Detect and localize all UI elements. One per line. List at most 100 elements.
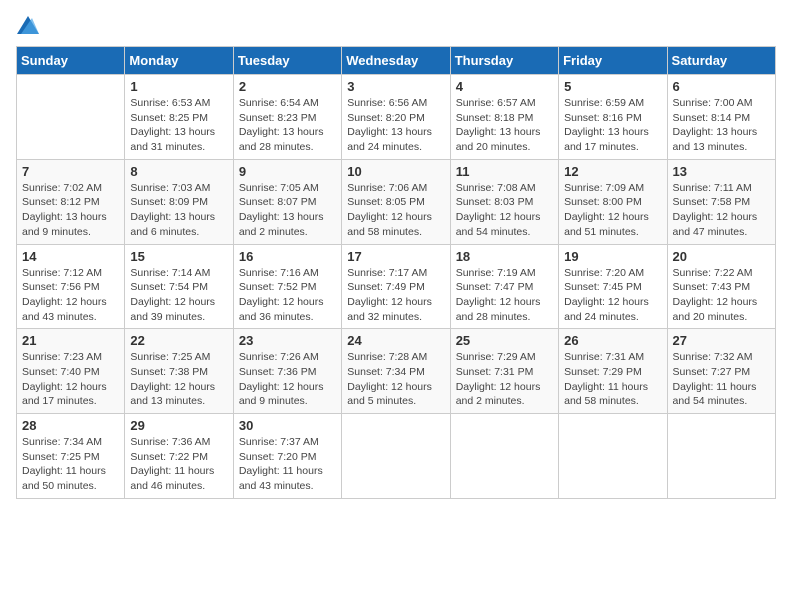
calendar-cell: 28 Sunrise: 7:34 AMSunset: 7:25 PMDayligh… [17, 414, 125, 499]
day-number: 11 [456, 164, 553, 179]
day-info: Sunrise: 7:17 AMSunset: 7:49 PMDaylight:… [347, 266, 444, 325]
calendar-cell: 7Sunrise: 7:02 AMSunset: 8:12 PMDaylight… [17, 159, 125, 244]
calendar-cell: 21 Sunrise: 7:23 AMSunset: 7:40 PMDayligh… [17, 329, 125, 414]
calendar-cell: 23 Sunrise: 7:26 AMSunset: 7:36 PMDayligh… [233, 329, 341, 414]
day-header-friday: Friday [559, 47, 667, 75]
day-header-wednesday: Wednesday [342, 47, 450, 75]
calendar-cell: 12 Sunrise: 7:09 AMSunset: 8:00 PMDayligh… [559, 159, 667, 244]
day-info: Sunrise: 7:02 AMSunset: 8:12 PMDaylight:… [22, 181, 119, 240]
day-number: 10 [347, 164, 444, 179]
calendar-cell: 6 Sunrise: 7:00 AMSunset: 8:14 PMDaylight… [667, 75, 775, 160]
calendar-week-2: 7Sunrise: 7:02 AMSunset: 8:12 PMDaylight… [17, 159, 776, 244]
calendar-cell: 17 Sunrise: 7:17 AMSunset: 7:49 PMDayligh… [342, 244, 450, 329]
day-number: 6 [673, 79, 770, 94]
day-number: 19 [564, 249, 661, 264]
day-info: Sunrise: 7:34 AMSunset: 7:25 PMDaylight:… [22, 435, 119, 494]
day-header-saturday: Saturday [667, 47, 775, 75]
day-number: 16 [239, 249, 336, 264]
day-number: 5 [564, 79, 661, 94]
calendar-cell: 5 Sunrise: 6:59 AMSunset: 8:16 PMDaylight… [559, 75, 667, 160]
day-number: 3 [347, 79, 444, 94]
calendar-cell: 25Sunrise: 7:29 AMSunset: 7:31 PMDayligh… [450, 329, 558, 414]
day-info: Sunrise: 6:56 AMSunset: 8:20 PMDaylight:… [347, 96, 444, 155]
day-info: Sunrise: 6:53 AMSunset: 8:25 PMDaylight:… [130, 96, 227, 155]
day-number: 18 [456, 249, 553, 264]
calendar-header-row: SundayMondayTuesdayWednesdayThursdayFrid… [17, 47, 776, 75]
day-info: Sunrise: 7:08 AMSunset: 8:03 PMDaylight:… [456, 181, 553, 240]
day-info: Sunrise: 7:25 AMSunset: 7:38 PMDaylight:… [130, 350, 227, 409]
calendar-cell: 9 Sunrise: 7:05 AMSunset: 8:07 PMDaylight… [233, 159, 341, 244]
day-number: 4 [456, 79, 553, 94]
day-info: Sunrise: 6:59 AMSunset: 8:16 PMDaylight:… [564, 96, 661, 155]
calendar-cell: 11 Sunrise: 7:08 AMSunset: 8:03 PMDayligh… [450, 159, 558, 244]
day-number: 15 [130, 249, 227, 264]
day-info: Sunrise: 7:36 AMSunset: 7:22 PMDaylight:… [130, 435, 227, 494]
logo [16, 16, 40, 34]
day-info: Sunrise: 7:26 AMSunset: 7:36 PMDaylight:… [239, 350, 336, 409]
day-header-monday: Monday [125, 47, 233, 75]
calendar-cell: 19 Sunrise: 7:20 AMSunset: 7:45 PMDayligh… [559, 244, 667, 329]
day-info: Sunrise: 7:05 AMSunset: 8:07 PMDaylight:… [239, 181, 336, 240]
day-number: 20 [673, 249, 770, 264]
day-info: Sunrise: 7:12 AMSunset: 7:56 PMDaylight:… [22, 266, 119, 325]
calendar-cell: 14 Sunrise: 7:12 AMSunset: 7:56 PMDayligh… [17, 244, 125, 329]
day-info: Sunrise: 7:16 AMSunset: 7:52 PMDaylight:… [239, 266, 336, 325]
day-number: 25 [456, 333, 553, 348]
calendar-cell [17, 75, 125, 160]
calendar-week-5: 28 Sunrise: 7:34 AMSunset: 7:25 PMDayligh… [17, 414, 776, 499]
day-header-sunday: Sunday [17, 47, 125, 75]
day-info: Sunrise: 6:54 AMSunset: 8:23 PMDaylight:… [239, 96, 336, 155]
day-info: Sunrise: 7:11 AMSunset: 7:58 PMDaylight:… [673, 181, 770, 240]
day-number: 2 [239, 79, 336, 94]
day-number: 21 [22, 333, 119, 348]
calendar-cell: 10Sunrise: 7:06 AMSunset: 8:05 PMDayligh… [342, 159, 450, 244]
day-info: Sunrise: 7:00 AMSunset: 8:14 PMDaylight:… [673, 96, 770, 155]
day-number: 17 [347, 249, 444, 264]
day-info: Sunrise: 7:23 AMSunset: 7:40 PMDaylight:… [22, 350, 119, 409]
day-info: Sunrise: 7:09 AMSunset: 8:00 PMDaylight:… [564, 181, 661, 240]
day-number: 14 [22, 249, 119, 264]
day-number: 22 [130, 333, 227, 348]
calendar-table: SundayMondayTuesdayWednesdayThursdayFrid… [16, 46, 776, 499]
calendar-cell: 18 Sunrise: 7:19 AMSunset: 7:47 PMDayligh… [450, 244, 558, 329]
calendar-week-4: 21 Sunrise: 7:23 AMSunset: 7:40 PMDayligh… [17, 329, 776, 414]
calendar-cell: 29 Sunrise: 7:36 AMSunset: 7:22 PMDayligh… [125, 414, 233, 499]
day-number: 29 [130, 418, 227, 433]
day-number: 30 [239, 418, 336, 433]
calendar-cell: 3 Sunrise: 6:56 AMSunset: 8:20 PMDaylight… [342, 75, 450, 160]
day-number: 27 [673, 333, 770, 348]
day-number: 23 [239, 333, 336, 348]
day-number: 1 [130, 79, 227, 94]
calendar-cell [450, 414, 558, 499]
day-info: Sunrise: 7:31 AMSunset: 7:29 PMDaylight:… [564, 350, 661, 409]
day-info: Sunrise: 7:14 AMSunset: 7:54 PMDaylight:… [130, 266, 227, 325]
day-number: 12 [564, 164, 661, 179]
page-header [16, 16, 776, 34]
calendar-cell: 1 Sunrise: 6:53 AMSunset: 8:25 PMDaylight… [125, 75, 233, 160]
day-info: Sunrise: 7:19 AMSunset: 7:47 PMDaylight:… [456, 266, 553, 325]
calendar-cell: 27Sunrise: 7:32 AMSunset: 7:27 PMDayligh… [667, 329, 775, 414]
calendar-cell: 13 Sunrise: 7:11 AMSunset: 7:58 PMDayligh… [667, 159, 775, 244]
calendar-cell: 20 Sunrise: 7:22 AMSunset: 7:43 PMDayligh… [667, 244, 775, 329]
calendar-cell: 22 Sunrise: 7:25 AMSunset: 7:38 PMDayligh… [125, 329, 233, 414]
logo-icon [17, 16, 39, 34]
day-header-thursday: Thursday [450, 47, 558, 75]
day-info: Sunrise: 7:37 AMSunset: 7:20 PMDaylight:… [239, 435, 336, 494]
calendar-cell [667, 414, 775, 499]
calendar-cell: 16 Sunrise: 7:16 AMSunset: 7:52 PMDayligh… [233, 244, 341, 329]
calendar-cell: 15 Sunrise: 7:14 AMSunset: 7:54 PMDayligh… [125, 244, 233, 329]
day-info: Sunrise: 7:22 AMSunset: 7:43 PMDaylight:… [673, 266, 770, 325]
calendar-cell: 24 Sunrise: 7:28 AMSunset: 7:34 PMDayligh… [342, 329, 450, 414]
day-info: Sunrise: 7:20 AMSunset: 7:45 PMDaylight:… [564, 266, 661, 325]
day-info: Sunrise: 7:03 AMSunset: 8:09 PMDaylight:… [130, 181, 227, 240]
calendar-cell [559, 414, 667, 499]
day-number: 24 [347, 333, 444, 348]
calendar-week-1: 1 Sunrise: 6:53 AMSunset: 8:25 PMDaylight… [17, 75, 776, 160]
day-number: 26 [564, 333, 661, 348]
day-number: 9 [239, 164, 336, 179]
day-number: 28 [22, 418, 119, 433]
calendar-cell: 4Sunrise: 6:57 AMSunset: 8:18 PMDaylight… [450, 75, 558, 160]
calendar-week-3: 14 Sunrise: 7:12 AMSunset: 7:56 PMDayligh… [17, 244, 776, 329]
day-number: 13 [673, 164, 770, 179]
day-info: Sunrise: 7:28 AMSunset: 7:34 PMDaylight:… [347, 350, 444, 409]
